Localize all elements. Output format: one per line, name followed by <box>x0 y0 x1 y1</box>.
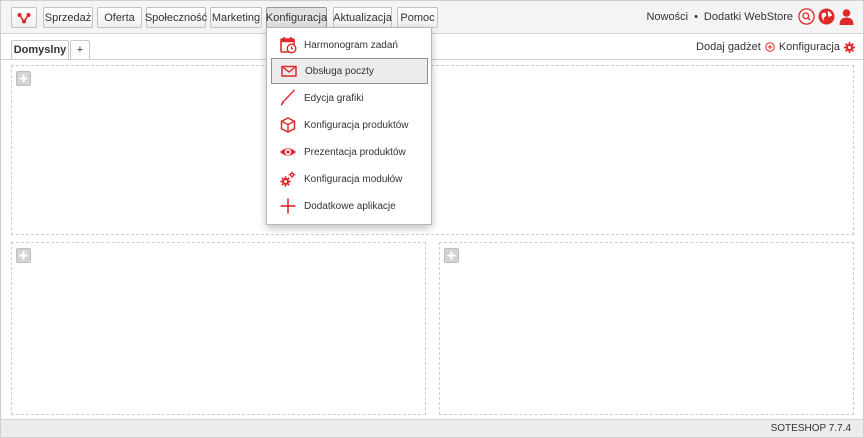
soteshop-logo-icon <box>17 12 31 23</box>
menu-item-label: Konfiguracja modułów <box>304 173 403 185</box>
dashboard-actions: Dodaj gadżet Konfiguracja <box>696 41 855 53</box>
gadget-panel-right <box>439 242 854 415</box>
menu-item-harmonogram[interactable]: Harmonogram zadań <box>271 32 428 58</box>
nav-sprzedaz[interactable]: Sprzedaż <box>43 7 93 28</box>
globe-icon[interactable] <box>818 8 835 25</box>
nav-pomoc[interactable]: Pomoc <box>397 7 438 28</box>
menu-item-label: Konfiguracja produktów <box>304 119 409 131</box>
gears-icon <box>280 171 296 187</box>
nav-aktualizacja[interactable]: Aktualizacja <box>333 7 392 28</box>
app-window: Sprzedaż Oferta Społeczność Marketing Ko… <box>0 0 864 438</box>
nav-konfiguracja[interactable]: Konfiguracja <box>266 7 327 28</box>
top-navigation: Sprzedaż Oferta Społeczność Marketing Ko… <box>1 1 863 34</box>
nav-marketing[interactable]: Marketing <box>210 7 262 28</box>
tab-add[interactable]: + <box>70 40 90 59</box>
add-gadget-link[interactable]: Dodaj gadżet <box>696 41 761 53</box>
menu-item-label: Edycja grafiki <box>304 92 364 104</box>
plus-icon <box>447 251 456 260</box>
add-gadget-box[interactable] <box>444 248 459 263</box>
logo-button[interactable] <box>11 7 37 28</box>
menu-item-label: Obsługa poczty <box>305 65 374 77</box>
nav-oferta[interactable]: Oferta <box>97 7 142 28</box>
menu-item-konfiguracja-produktow[interactable]: Konfiguracja produktów <box>271 112 428 138</box>
tabs-divider <box>1 59 863 60</box>
plus-icon <box>19 251 28 260</box>
menu-item-label: Harmonogram zadań <box>304 39 398 51</box>
version-label: SOTESHOP 7.7.4 <box>770 423 851 434</box>
add-gadget-box[interactable] <box>16 248 31 263</box>
header-links: Nowości • Dodatki WebStore <box>646 11 793 23</box>
eye-icon <box>280 148 296 156</box>
add-gadget-box[interactable] <box>16 71 31 86</box>
menu-item-obsluga-poczty[interactable]: Obsługa poczty <box>271 58 428 84</box>
menu-item-edycja-grafiki[interactable]: Edycja grafiki <box>271 85 428 111</box>
plus-circle-icon[interactable] <box>765 42 775 52</box>
konfiguracja-dropdown: Harmonogram zadań Obsługa poczty Edycja … <box>266 27 432 225</box>
link-separator: • <box>694 11 698 23</box>
menu-item-dodatkowe-aplikacje[interactable]: Dodatkowe aplikacje <box>271 193 428 219</box>
header-icons <box>798 8 855 25</box>
calendar-clock-icon <box>280 37 297 54</box>
brush-icon <box>280 89 295 106</box>
config-link[interactable]: Konfiguracja <box>779 41 840 53</box>
nav-spolecznosc[interactable]: Społeczność <box>145 7 207 28</box>
menu-item-prezentacja-produktow[interactable]: Prezentacja produktów <box>271 139 428 165</box>
search-icon[interactable] <box>798 8 815 25</box>
menu-item-label: Prezentacja produktów <box>304 146 406 158</box>
user-icon[interactable] <box>838 8 855 25</box>
plus-icon <box>19 74 28 83</box>
gadget-panel-left <box>11 242 426 415</box>
tab-domyslny[interactable]: Domyslny <box>11 40 69 59</box>
gadget-panel-top <box>11 65 854 235</box>
news-link[interactable]: Nowości <box>646 11 688 23</box>
status-footer: SOTESHOP 7.7.4 <box>1 419 863 437</box>
envelope-icon <box>281 65 297 77</box>
menu-item-label: Dodatkowe aplikacje <box>304 200 396 212</box>
menu-item-konfiguracja-modulow[interactable]: Konfiguracja modułów <box>271 166 428 192</box>
box-icon <box>280 117 296 133</box>
plus-icon <box>280 198 296 214</box>
webstore-link[interactable]: Dodatki WebStore <box>704 11 793 23</box>
gear-icon[interactable] <box>844 41 855 53</box>
